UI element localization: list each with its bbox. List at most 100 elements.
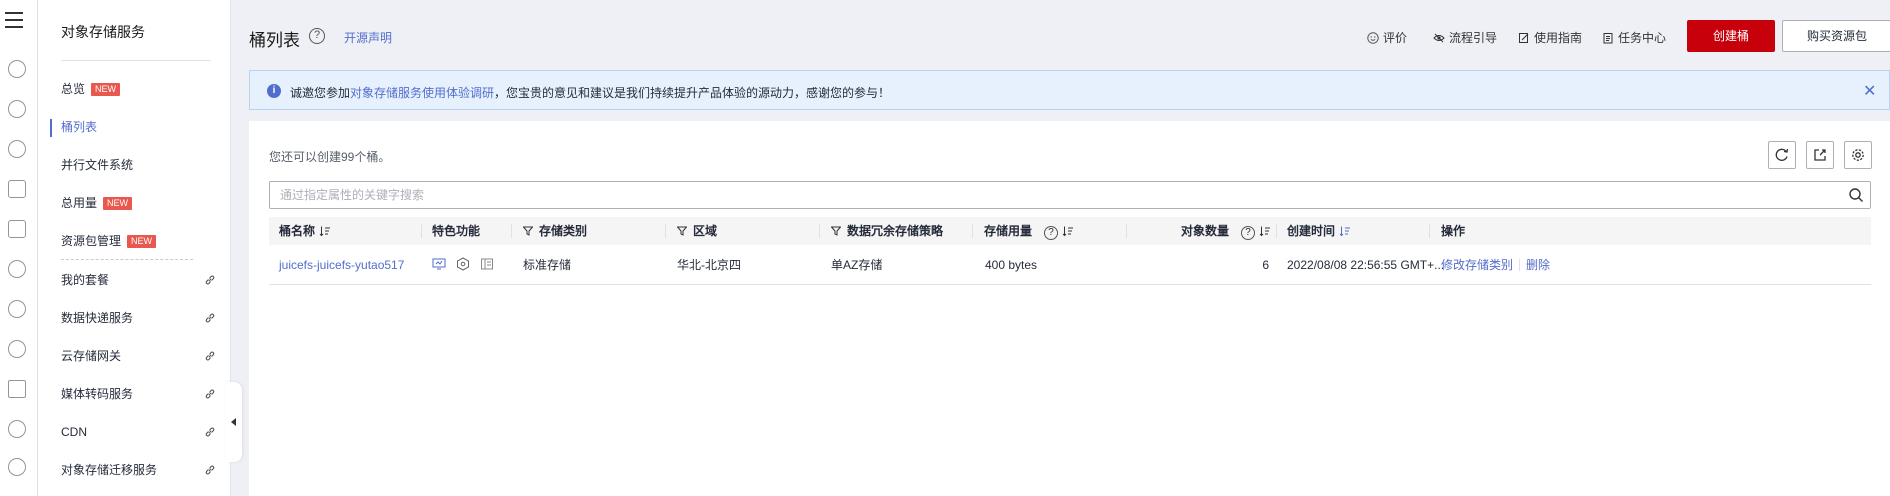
column-bucket-name[interactable]: 桶名称 [279, 217, 331, 245]
sidebar-item-overview[interactable]: 总览 NEW [61, 79, 121, 99]
column-separator [665, 224, 666, 238]
anchor-icon[interactable] [8, 380, 26, 398]
encryption-icon [457, 257, 469, 271]
sidebar-divider [61, 60, 211, 61]
column-label: 操作 [1441, 224, 1466, 238]
sidebar-item-label: 资源包管理 [61, 234, 122, 248]
help-icon[interactable]: ? [1044, 226, 1059, 240]
chat-icon[interactable] [8, 420, 26, 438]
column-region[interactable]: 区域 [677, 217, 717, 245]
open-source-link[interactable]: 开源声明 [344, 29, 392, 46]
new-badge: NEW [91, 83, 121, 96]
column-object-count[interactable]: 对象数量? [1181, 217, 1271, 245]
sidebar-item-label: CDN [61, 425, 87, 439]
sidebar-item-storage-gateway[interactable]: 云存储网关 [61, 346, 121, 366]
column-storage-class[interactable]: 存储类别 [523, 217, 587, 245]
sidebar-item-data-express[interactable]: 数据快递服务 [61, 308, 133, 328]
cloud-sync-icon[interactable] [8, 340, 26, 358]
region-cell: 华北-北京四 [677, 258, 741, 272]
delete-link[interactable]: 删除 [1526, 258, 1550, 272]
sidebar-item-resource-packages[interactable]: 资源包管理 NEW [61, 231, 157, 251]
process-guide-label: 流程引导 [1449, 31, 1498, 45]
external-link-icon[interactable] [204, 312, 216, 324]
external-link-icon[interactable] [204, 388, 216, 400]
info-icon: i [267, 84, 281, 98]
refresh-icon [1775, 148, 1789, 161]
settings-button[interactable] [1844, 141, 1872, 169]
notice-suffix: ，您宝贵的意见和建议是我们持续提升产品体验的源动力，感谢您的参与！ [494, 86, 891, 100]
network-icon[interactable] [8, 180, 26, 198]
cloud-storage-icon[interactable] [8, 140, 26, 158]
sidebar-item-label: 并行文件系统 [61, 158, 134, 172]
sort-icon[interactable] [319, 225, 331, 237]
bucket-list-card: 您还可以创建99个桶。 桶名称 特色功能 存储类别 区域 数据冗余存储策略 存储… [249, 121, 1890, 496]
create-bucket-button[interactable]: 创建桶 [1687, 20, 1775, 52]
external-link-icon[interactable] [204, 274, 216, 286]
sidebar-item-migration[interactable]: 对象存储迁移服务 [61, 460, 157, 480]
buy-resource-package-button[interactable]: 购买资源包 [1782, 20, 1890, 52]
rating-link[interactable]: 评价 [1367, 29, 1407, 46]
page-title: 桶列表 [249, 31, 300, 50]
sidebar-collapse-toggle[interactable] [226, 382, 242, 462]
export-button[interactable] [1806, 141, 1834, 169]
column-label: 存储类别 [539, 224, 588, 238]
column-redundancy[interactable]: 数据冗余存储策略 [831, 217, 943, 245]
search-input[interactable] [280, 187, 1780, 203]
refresh-button[interactable] [1768, 141, 1796, 169]
edit-doc-icon [1519, 33, 1529, 43]
sidebar-item-parallel-fs[interactable]: 并行文件系统 [61, 155, 133, 175]
sidebar-item-media-transcode[interactable]: 媒体转码服务 [61, 384, 133, 404]
sidebar-item-total-usage[interactable]: 总用量 NEW [61, 193, 133, 213]
external-link-icon[interactable] [204, 464, 216, 476]
export-icon [1814, 149, 1826, 161]
modify-storage-class-link[interactable]: 修改存储类别 [1441, 258, 1513, 272]
task-center-link[interactable]: 任务中心 [1602, 29, 1666, 46]
help-icon[interactable]: ? [309, 28, 325, 44]
filter-icon[interactable] [831, 226, 841, 236]
user-guide-link[interactable]: 使用指南 [1518, 29, 1582, 46]
gear-icon [1852, 149, 1864, 161]
column-separator [972, 224, 973, 238]
close-icon[interactable]: ✕ [1863, 81, 1876, 101]
table-row: juicefs-juicefs-yutao517 标准存储 华北-北京四 单AZ… [269, 245, 1871, 285]
cloud-compute-icon[interactable] [8, 100, 26, 118]
filter-icon[interactable] [677, 226, 687, 236]
smiley-icon [1367, 32, 1379, 44]
sidebar-item-label: 对象存储迁移服务 [61, 463, 158, 477]
sidebar-item-label: 数据快递服务 [61, 311, 134, 325]
sort-icon[interactable] [1259, 225, 1271, 237]
sidebar-item-my-plans[interactable]: 我的套餐 [61, 270, 109, 290]
column-usage[interactable]: 存储用量? [984, 217, 1074, 245]
cloud-backup-icon[interactable] [8, 300, 26, 318]
cluster-icon[interactable] [8, 458, 26, 476]
object-count-cell: 6 [1262, 258, 1269, 272]
cloud-icon[interactable] [8, 260, 26, 278]
column-separator [511, 224, 512, 238]
search-bar[interactable] [269, 181, 1871, 209]
process-guide-link[interactable]: 流程引导 [1433, 29, 1497, 46]
row-actions: 修改存储类别 删除 [1441, 245, 1550, 285]
sidebar-item-bucket-list[interactable]: 桶列表 [61, 117, 97, 137]
column-created-time[interactable]: 创建时间 [1287, 217, 1351, 245]
static-website-icon [432, 258, 446, 270]
sidebar-item-label: 总览 [61, 82, 86, 96]
external-link-icon[interactable] [204, 350, 216, 362]
filter-icon[interactable] [523, 226, 533, 236]
sidebar-item-label: 总用量 [61, 196, 98, 210]
database-icon[interactable] [8, 220, 26, 238]
table-header: 桶名称 特色功能 存储类别 区域 数据冗余存储策略 存储用量? 对象数量? 创建… [269, 217, 1871, 245]
bucket-name-link[interactable]: juicefs-juicefs-yutao517 [279, 245, 404, 285]
hamburger-menu-icon[interactable] [5, 12, 23, 28]
sort-desc-icon[interactable] [1339, 225, 1351, 237]
survey-link[interactable]: 对象存储服务使用体验调研 [350, 86, 494, 100]
sidebar-item-label: 我的套餐 [61, 273, 110, 287]
active-indicator [50, 119, 52, 137]
sort-icon[interactable] [1062, 225, 1074, 237]
search-icon[interactable] [1848, 187, 1864, 203]
cloud-service-icon[interactable] [8, 60, 26, 78]
new-badge: NEW [127, 235, 157, 248]
notice-text: 诚邀您参加对象存储服务使用体验调研，您宝贵的意见和建议是我们持续提升产品体验的源… [290, 84, 890, 101]
sidebar-item-cdn[interactable]: CDN [61, 422, 87, 442]
help-icon[interactable]: ? [1241, 226, 1256, 240]
external-link-icon[interactable] [204, 426, 216, 438]
